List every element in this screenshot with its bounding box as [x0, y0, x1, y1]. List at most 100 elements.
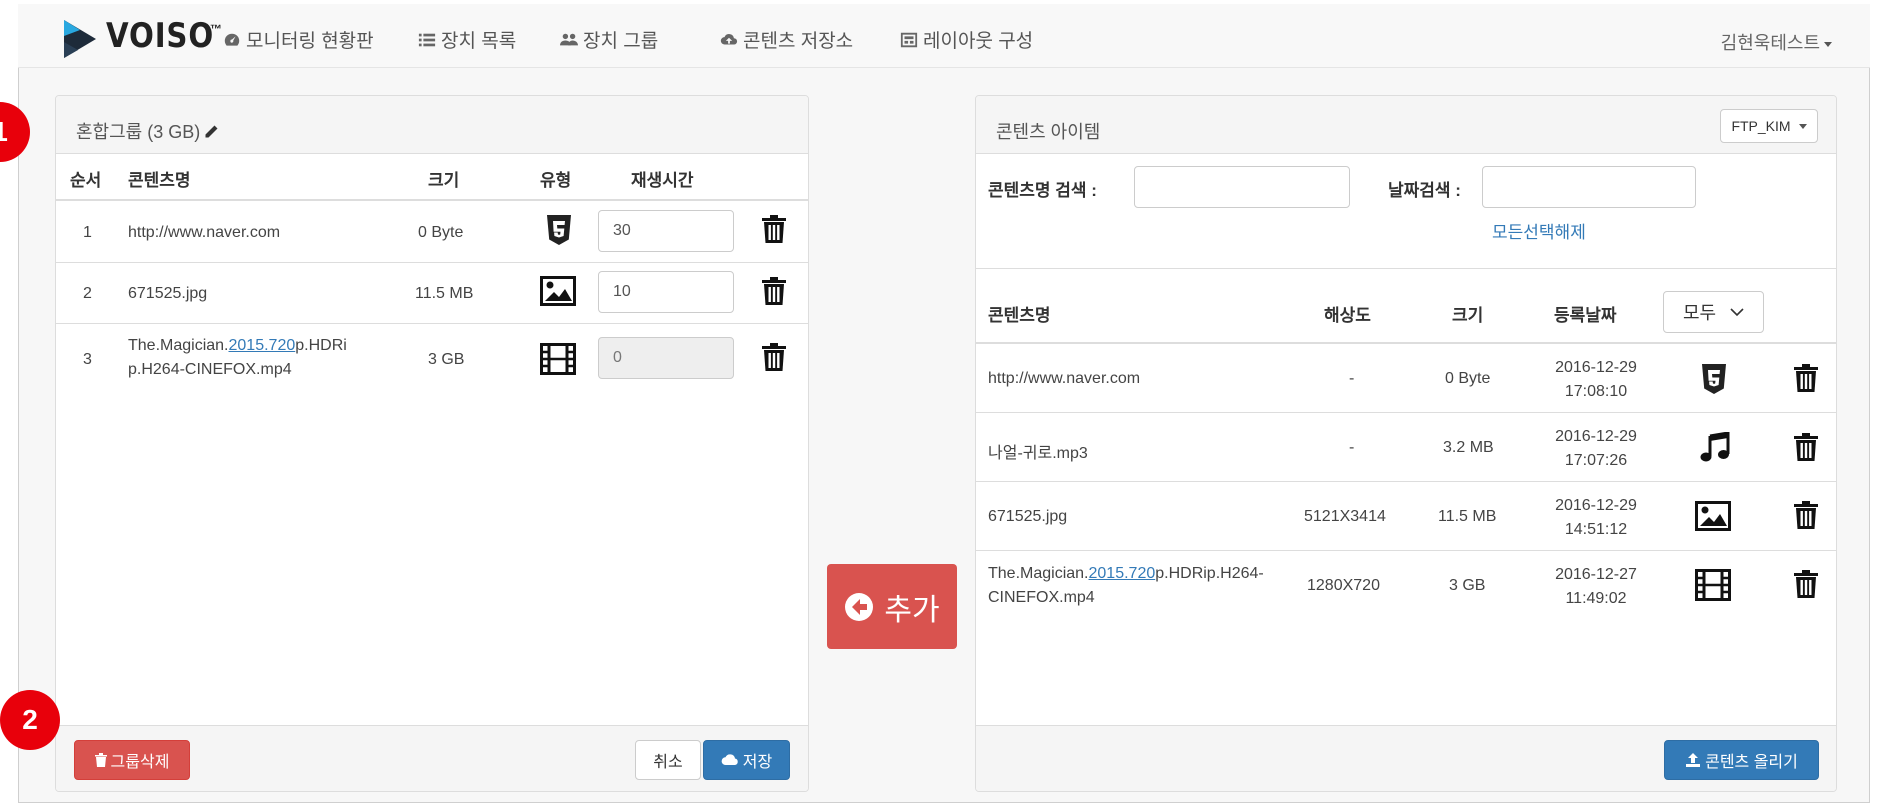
- cloud-upload-icon: [720, 33, 738, 44]
- cloud-icon: [721, 754, 738, 765]
- nav-content-storage[interactable]: 콘텐츠 저장소: [720, 26, 853, 53]
- date-text: 2016-12-29: [1555, 359, 1637, 376]
- arrow-circle-left-icon: [845, 592, 874, 621]
- name-text: p.HDRip.H264-: [1155, 565, 1264, 582]
- layout-icon: [900, 32, 918, 47]
- html5-icon: [545, 214, 573, 246]
- row-content-name: The.Magician.2015.720p.HDRip.H264-CINEFO…: [128, 334, 378, 382]
- group-panel-footer: 그룹삭제 취소 저장: [56, 725, 808, 791]
- row-size: 11.5 MB: [1438, 508, 1497, 525]
- row-content-name: The.Magician.2015.720p.HDRip.H264- CINEFO…: [988, 562, 1288, 610]
- nav-monitoring-dashboard[interactable]: 모니터링 현황판: [223, 26, 374, 53]
- duration-input[interactable]: 10: [598, 271, 734, 313]
- caret-down-icon: [1824, 41, 1832, 47]
- html5-icon: [1700, 363, 1728, 395]
- nav-device-list[interactable]: 장치 목록: [418, 26, 516, 53]
- header-divider: [976, 342, 1836, 344]
- trash-icon: [94, 753, 107, 767]
- row-divider: [56, 323, 808, 324]
- logo[interactable]: VOISO ™: [60, 16, 232, 62]
- row-order: 1: [83, 224, 92, 241]
- button-label: 콘텐츠 올리기: [1705, 754, 1798, 771]
- add-to-group-button[interactable]: 추가: [827, 564, 957, 649]
- time-text: 17:08:10: [1564, 383, 1628, 400]
- name-link[interactable]: 2015.720: [229, 337, 296, 354]
- content-panel: 콘텐츠 아이템 FTP_KIM 콘텐츠명 검색 : 날짜검색 : 모든선택해제 …: [975, 95, 1837, 792]
- nav-label: 장치 그룹: [583, 31, 659, 52]
- user-menu[interactable]: 김현욱테스트: [1721, 29, 1832, 55]
- search-name-input[interactable]: [1134, 166, 1350, 208]
- nav-label: 콘텐츠 저장소: [743, 31, 854, 52]
- trash-icon[interactable]: [1793, 569, 1819, 599]
- search-date-label: 날짜검색 :: [1388, 181, 1461, 200]
- name-text: CINEFOX.mp4: [988, 589, 1095, 606]
- group-title[interactable]: 혼합그룹 (3 GB): [76, 118, 219, 144]
- row-resolution: -: [1349, 370, 1355, 387]
- list-icon: [418, 33, 436, 46]
- dropdown-label: FTP_KIM: [1731, 118, 1791, 134]
- nav-label: 모니터링 현황판: [246, 31, 374, 52]
- cancel-button[interactable]: 취소: [635, 740, 701, 780]
- caret-down-icon: [1798, 123, 1807, 129]
- row-resolution: -: [1349, 439, 1355, 456]
- group-panel: 혼합그룹 (3 GB) 순서 콘텐츠명 크기 유형 재생시간 1 http://…: [55, 95, 809, 792]
- image-icon: [540, 276, 576, 306]
- pencil-icon[interactable]: [203, 124, 219, 140]
- button-label: 추가: [884, 593, 940, 627]
- row-content-name: 671525.jpg: [988, 508, 1068, 525]
- row-resolution: 1280X720: [1307, 577, 1380, 594]
- film-icon: [540, 343, 576, 375]
- storage-dropdown[interactable]: FTP_KIM: [1720, 109, 1818, 143]
- type-filter-select[interactable]: 모두: [1663, 291, 1764, 333]
- nav-layout-config[interactable]: 레이아웃 구성: [900, 26, 1033, 53]
- search-date-input[interactable]: [1482, 166, 1696, 208]
- user-name: 김현욱테스트: [1720, 33, 1820, 53]
- button-label: 그룹삭제: [110, 754, 170, 771]
- row-content-name: http://www.naver.com: [988, 370, 1141, 387]
- image-icon: [1695, 501, 1731, 531]
- save-button[interactable]: 저장: [703, 740, 790, 780]
- date-text: 2016-12-27: [1555, 566, 1637, 583]
- chevron-down-icon: [1730, 307, 1744, 316]
- row-date: 2016-12-29 17:08:10: [1541, 356, 1651, 404]
- row-date: 2016-12-29 17:07:26: [1541, 425, 1651, 473]
- logo-text: VOISO: [106, 16, 215, 56]
- row-date: 2016-12-29 14:51:12: [1541, 494, 1651, 542]
- clear-selection-link[interactable]: 모든선택해제: [1492, 218, 1586, 243]
- trash-icon[interactable]: [761, 342, 787, 372]
- time-text: 14:51:12: [1564, 521, 1628, 538]
- trash-icon[interactable]: [1793, 363, 1819, 393]
- delete-group-button[interactable]: 그룹삭제: [74, 740, 190, 780]
- col-size: 크기: [1452, 306, 1484, 325]
- content-panel-footer: 콘텐츠 올리기: [976, 725, 1836, 791]
- button-label: 저장: [742, 754, 773, 771]
- group-panel-heading: 혼합그룹 (3 GB): [56, 96, 808, 154]
- trash-icon[interactable]: [761, 214, 787, 244]
- header-divider: [56, 199, 808, 201]
- nav-device-group[interactable]: 장치 그룹: [560, 26, 658, 53]
- row-divider: [976, 550, 1836, 551]
- search-name-label: 콘텐츠명 검색 :: [988, 181, 1097, 200]
- row-content-name: 671525.jpg: [128, 285, 208, 302]
- row-size: 3.2 MB: [1443, 439, 1494, 456]
- select-value: 모두: [1682, 303, 1717, 323]
- row-size: 3 GB: [428, 351, 465, 368]
- trash-icon[interactable]: [1793, 432, 1819, 462]
- name-text: p.HDRi: [295, 337, 347, 354]
- row-order: 2: [83, 285, 92, 302]
- name-text: The.Magician.: [988, 565, 1089, 582]
- row-divider: [976, 481, 1836, 482]
- callout-marker: 2: [0, 690, 60, 750]
- name-link[interactable]: 2015.720: [1089, 565, 1156, 582]
- button-label: 취소: [653, 754, 683, 771]
- row-order: 3: [83, 351, 92, 368]
- name-text: p.H264-CINEFOX.mp4: [128, 361, 292, 378]
- date-text: 2016-12-29: [1555, 497, 1637, 514]
- music-icon: [1700, 432, 1730, 464]
- trash-icon[interactable]: [1793, 500, 1819, 530]
- trash-icon[interactable]: [761, 276, 787, 306]
- col-type: 유형: [540, 171, 572, 190]
- duration-input[interactable]: 30: [598, 210, 734, 252]
- upload-content-button[interactable]: 콘텐츠 올리기: [1664, 740, 1819, 780]
- col-order: 순서: [70, 171, 102, 190]
